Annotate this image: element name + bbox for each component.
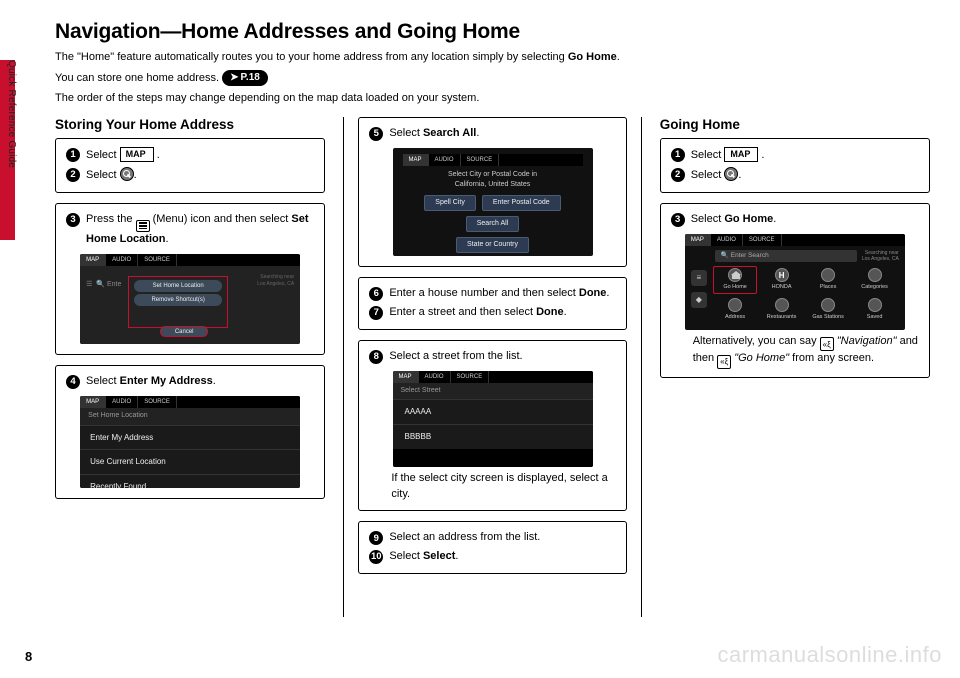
step-num-3: 3 <box>66 213 80 227</box>
mock-cancel: Cancel <box>160 326 208 337</box>
columns: Storing Your Home Address 1 Select MAP .… <box>55 117 930 617</box>
column-1: Storing Your Home Address 1 Select MAP .… <box>55 117 325 617</box>
mock-cell: Categories <box>852 266 897 294</box>
mock-row: Enter My Address <box>80 425 300 450</box>
mock-right-text: Searching nearLos Angeles, CA <box>862 250 899 262</box>
mock-cell: Saved <box>852 296 897 324</box>
column-3: Going Home 1 Select MAP . 2 Select . 3 S… <box>660 117 930 617</box>
page-content: Navigation—Home Addresses and Going Home… <box>55 20 930 648</box>
step-num-10: 10 <box>369 550 383 564</box>
mock-bg-text: ☰ 🔍 Ente <box>86 280 121 290</box>
screenshot-set-home: MAPAUDIOSOURCE ☰ 🔍 Ente Searching nearLo… <box>80 254 300 344</box>
mock-cell-go-home: Go Home <box>713 266 758 294</box>
step-box-4: 4 Select Enter My Address. MAPAUDIOSOURC… <box>55 365 325 499</box>
step-box-1-2: 1 Select MAP . 2 Select . <box>55 138 325 193</box>
intro-bold: Go Home <box>568 51 617 63</box>
page-ref-text: P.18 <box>241 72 260 83</box>
mock-btn: Search All <box>466 216 520 232</box>
screenshot-enter-address: MAPAUDIOSOURCE Set Home Location Enter M… <box>80 396 300 488</box>
mock-bg-text: Searching nearLos Angeles, CA <box>257 274 294 289</box>
step-text: Select Select. <box>389 549 458 565</box>
map-button-icon: MAP <box>724 147 758 162</box>
page-number: 8 <box>25 649 32 664</box>
step-box-3: 3 Press the (Menu) icon and then select … <box>55 203 325 355</box>
step-num-8: 8 <box>369 350 383 364</box>
step-num-2: 2 <box>671 168 685 182</box>
step-num-1: 1 <box>671 148 685 162</box>
intro-line-3: The order of the steps may change depend… <box>55 91 930 107</box>
page-title: Navigation—Home Addresses and Going Home <box>55 20 930 44</box>
step-text: Enter a street and then select Done. <box>389 305 566 321</box>
screenshot-go-home: MAPAUDIOSOURCE 🔍 Enter Search Searching … <box>685 234 905 330</box>
step-text: Select MAP . <box>691 147 765 164</box>
intro-text: . <box>617 51 620 63</box>
mock-side-btn: ◆ <box>691 292 707 308</box>
step-num-4: 4 <box>66 375 80 389</box>
map-button-icon: MAP <box>120 147 154 162</box>
mock-menu-item: Remove Shortcut(s) <box>134 294 222 306</box>
mock-side-btn: ≡ <box>691 270 707 286</box>
mock-row: BBBBB <box>393 424 593 449</box>
step-text: Enter a house number and then select Don… <box>389 286 609 302</box>
mock-cell: Address <box>713 296 758 324</box>
step-text: Select . <box>691 167 742 184</box>
mock-cell: Gas Stations <box>806 296 851 324</box>
voice-icon: «ξ <box>717 355 731 369</box>
step-box-g3: 3 Select Go Home. MAPAUDIOSOURCE 🔍 Enter… <box>660 203 930 379</box>
step-text: Select a street from the list. <box>389 349 522 365</box>
mock-hint: Select City or Postal Code inCalifornia,… <box>403 170 583 188</box>
search-icon <box>120 167 134 181</box>
mock-menu-item: Set Home Location <box>134 280 222 292</box>
mock-cell: Restaurants <box>759 296 804 324</box>
step-text: Select MAP . <box>86 147 160 164</box>
mock-header: Select Street <box>393 383 593 399</box>
voice-icon: «ξ <box>820 337 834 351</box>
intro-text: The "Home" feature automatically routes … <box>55 51 568 63</box>
step-num-2: 2 <box>66 168 80 182</box>
step-box-9-10: 9 Select an address from the list. 10 Se… <box>358 521 626 574</box>
intro-text: You can store one home address. <box>55 72 222 84</box>
side-tab-label: Quick Reference Guide <box>6 60 17 240</box>
screenshot-search-all: MAPAUDIOSOURCE Select City or Postal Cod… <box>393 148 593 256</box>
step-num-6: 6 <box>369 287 383 301</box>
step-text: Select an address from the list. <box>389 530 540 546</box>
step-text: Press the (Menu) icon and then select Se… <box>86 212 314 248</box>
page-ref-badge: ➤P.18 <box>222 70 268 87</box>
mock-row: Recently Found <box>80 474 300 488</box>
mock-btn: Spell City <box>424 195 476 211</box>
step-num-7: 7 <box>369 306 383 320</box>
step-text: Select . <box>86 167 137 184</box>
screenshot-select-street: MAPAUDIOSOURCE Select Street AAAAA BBBBB <box>393 371 593 467</box>
storing-heading: Storing Your Home Address <box>55 117 325 132</box>
mock-cell: HONDA <box>759 266 804 294</box>
alt-note: Alternatively, you can say «ξ "Navigatio… <box>693 334 919 370</box>
menu-icon <box>136 220 150 232</box>
step-text: Select Go Home. <box>691 212 777 228</box>
arrow-icon: ➤ <box>230 71 238 86</box>
going-heading: Going Home <box>660 117 930 132</box>
mock-btn: Enter Postal Code <box>482 195 561 211</box>
step-box-8: 8 Select a street from the list. MAPAUDI… <box>358 340 626 512</box>
step-num-1: 1 <box>66 148 80 162</box>
step-num-3: 3 <box>671 213 685 227</box>
step-note: If the select city screen is displayed, … <box>391 471 615 503</box>
step-box-5: 5 Select Search All. MAPAUDIOSOURCE Sele… <box>358 117 626 267</box>
mock-row: AAAAA <box>393 399 593 424</box>
step-num-9: 9 <box>369 531 383 545</box>
mock-header: Set Home Location <box>80 408 300 424</box>
mock-row: Use Current Location <box>80 449 300 474</box>
step-num-5: 5 <box>369 127 383 141</box>
mock-cell: Places <box>806 266 851 294</box>
mock-search: 🔍 Enter Search <box>715 250 857 262</box>
intro-line-1: The "Home" feature automatically routes … <box>55 50 930 66</box>
step-text: Select Search All. <box>389 126 479 142</box>
step-box-g1-2: 1 Select MAP . 2 Select . <box>660 138 930 193</box>
mock-btn: State or Country <box>456 237 529 253</box>
search-icon <box>724 167 738 181</box>
column-2: 5 Select Search All. MAPAUDIOSOURCE Sele… <box>343 117 641 617</box>
intro-line-2: You can store one home address. ➤P.18 <box>55 70 930 87</box>
watermark: carmanualsonline.info <box>717 642 942 668</box>
step-text: Select Enter My Address. <box>86 374 216 390</box>
step-box-6-7: 6 Enter a house number and then select D… <box>358 277 626 330</box>
